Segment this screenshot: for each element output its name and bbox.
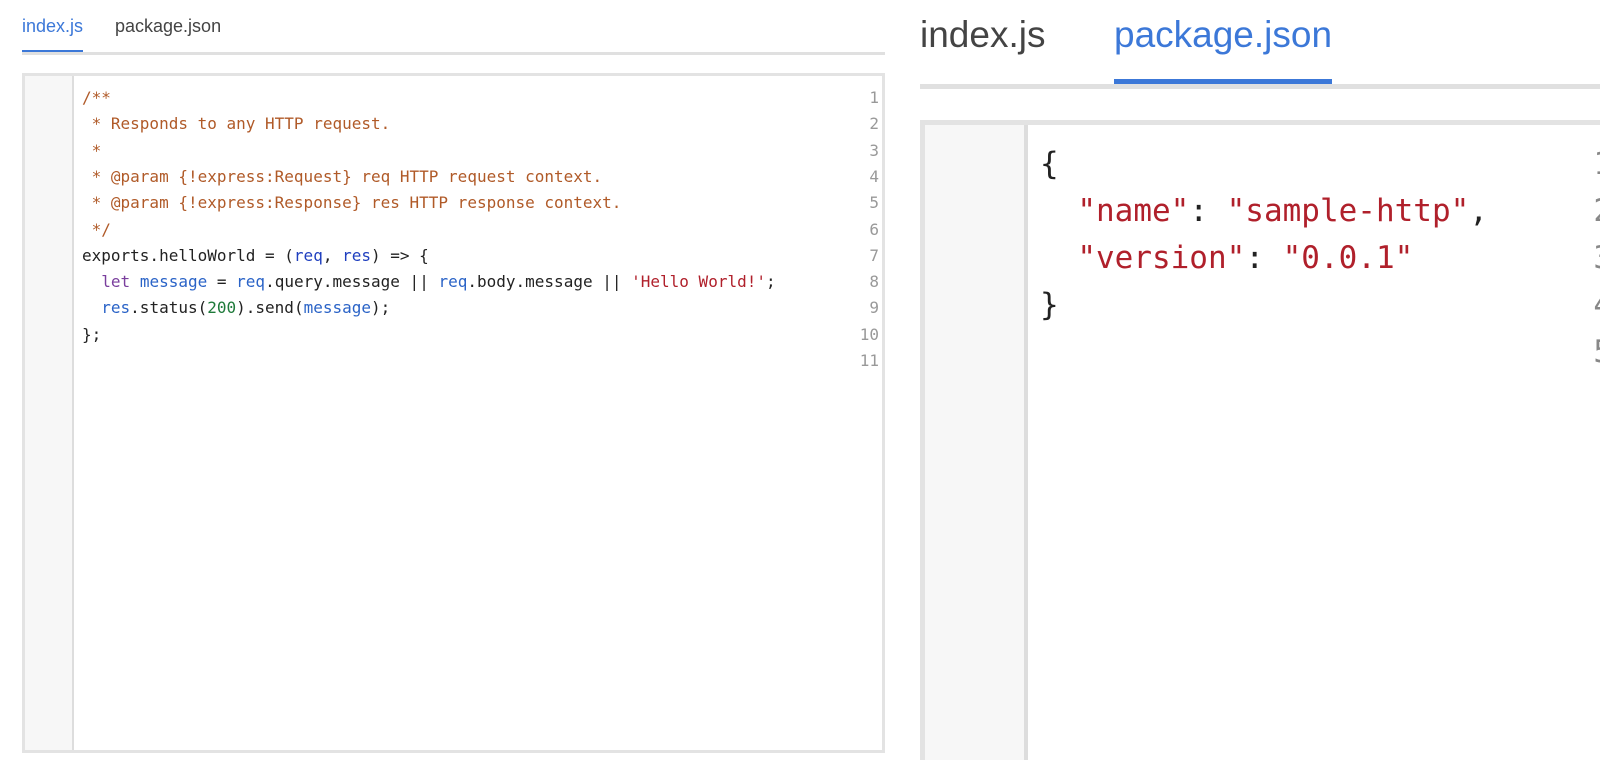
line-number: 1 [869,88,879,107]
code-token: }; [82,324,102,344]
right-tab-bar: index.js package.json [920,0,1600,92]
line-number-gutter [925,125,1028,760]
tab-label: package.json [115,16,222,36]
code-token: * [82,140,102,160]
code-token: * @param {!express:Response} res HTTP re… [82,193,622,213]
code-token: , [322,245,343,265]
line-number: 5 [869,193,879,213]
code-token: /** [82,88,111,107]
line-number: 9 [869,298,879,318]
code-token: res [342,245,371,265]
line-number: 4 [1532,282,1600,329]
tab-label: index.js [920,14,1046,55]
code-token: .status( [130,298,208,318]
tab-package-json[interactable]: package.json [115,16,221,37]
code-line: let message = req.query.message || req.b… [82,269,776,295]
code-editor-package-json[interactable]: 1 {2 "name": "sample-http", 3 "version": "… [920,120,1600,760]
code-token: * Responds to any HTTP request. [82,114,391,134]
code-token: req [438,272,468,292]
code-token: * @param {!express:Request} req HTTP req… [82,166,603,186]
line-number: 3 [1532,235,1600,282]
code-line: } [1040,282,1059,329]
left-tab-bar: index.js package.json [22,0,885,56]
code-token: "0.0.1" [1282,240,1414,276]
code-line: }; [82,322,101,348]
tab-package-json[interactable]: package.json [1114,14,1333,85]
code-token: ); [371,298,391,318]
line-number: 1 [1532,141,1600,188]
code-token: message [303,298,372,318]
line-number-gutter [25,76,74,750]
code-token: ) => { [371,245,429,265]
code-token: let [101,272,131,292]
line-number: 11 [859,351,879,370]
code-token: req [293,245,323,265]
code-line: "name": "sample-http", [1040,188,1488,235]
code-token: ).send( [236,298,304,318]
line-number: 2 [1532,188,1600,235]
tab-bar-divider [920,84,1600,89]
tab-label: index.js [22,16,84,36]
code-token: : [1245,240,1283,276]
line-number: 5 [1532,329,1600,376]
code-token: .body.message || [467,272,632,292]
code-line: exports.helloWorld = (req, res) => { [82,243,429,269]
code-line: * Responds to any HTTP request. [82,111,391,137]
line-number: 4 [869,166,879,186]
code-token: "version" [1077,240,1246,276]
code-line: "version": "0.0.1" [1040,235,1413,282]
code-line: * @param {!express:Response} res HTTP re… [82,190,622,216]
line-number: 6 [869,219,879,239]
tab-index-js[interactable]: index.js [22,16,84,53]
tab-index-js[interactable]: index.js [920,14,1045,56]
code-editor-index-js[interactable]: 1 /** 2 * Responds to any HTTP request. 3 *… [22,73,885,753]
code-token: = [207,272,237,292]
code-token: 'Hello World!' [631,272,766,292]
code-line: * @param {!express:Request} req HTTP req… [82,164,603,190]
code-line: { [1040,141,1059,188]
code-line: * [82,138,102,164]
code-token: ; [765,272,776,292]
code-token: res [101,298,131,318]
tab-bar-divider [22,52,885,55]
code-token: .query.message || [265,272,439,292]
code-token: message [139,272,208,292]
line-number: 10 [859,324,879,344]
code-token: "sample-http" [1226,193,1470,229]
code-line: /** [82,85,111,111]
code-token: 200 [207,298,237,318]
code-line: */ [82,217,111,243]
line-number: 2 [869,114,879,134]
line-number: 7 [869,245,879,265]
line-number: 3 [869,140,879,160]
code-token: "name" [1077,193,1190,229]
code-token: */ [82,219,111,239]
tab-label: package.json [1114,14,1333,55]
line-number: 8 [869,272,879,292]
code-token: exports.helloWorld = ( [82,245,294,265]
code-token: : [1189,193,1227,229]
code-token: , [1469,193,1488,229]
code-token: { [1040,146,1059,182]
code-token: req [236,272,266,292]
code-line: res.status(200).send(message); [82,295,390,321]
code-token: } [1040,287,1059,323]
